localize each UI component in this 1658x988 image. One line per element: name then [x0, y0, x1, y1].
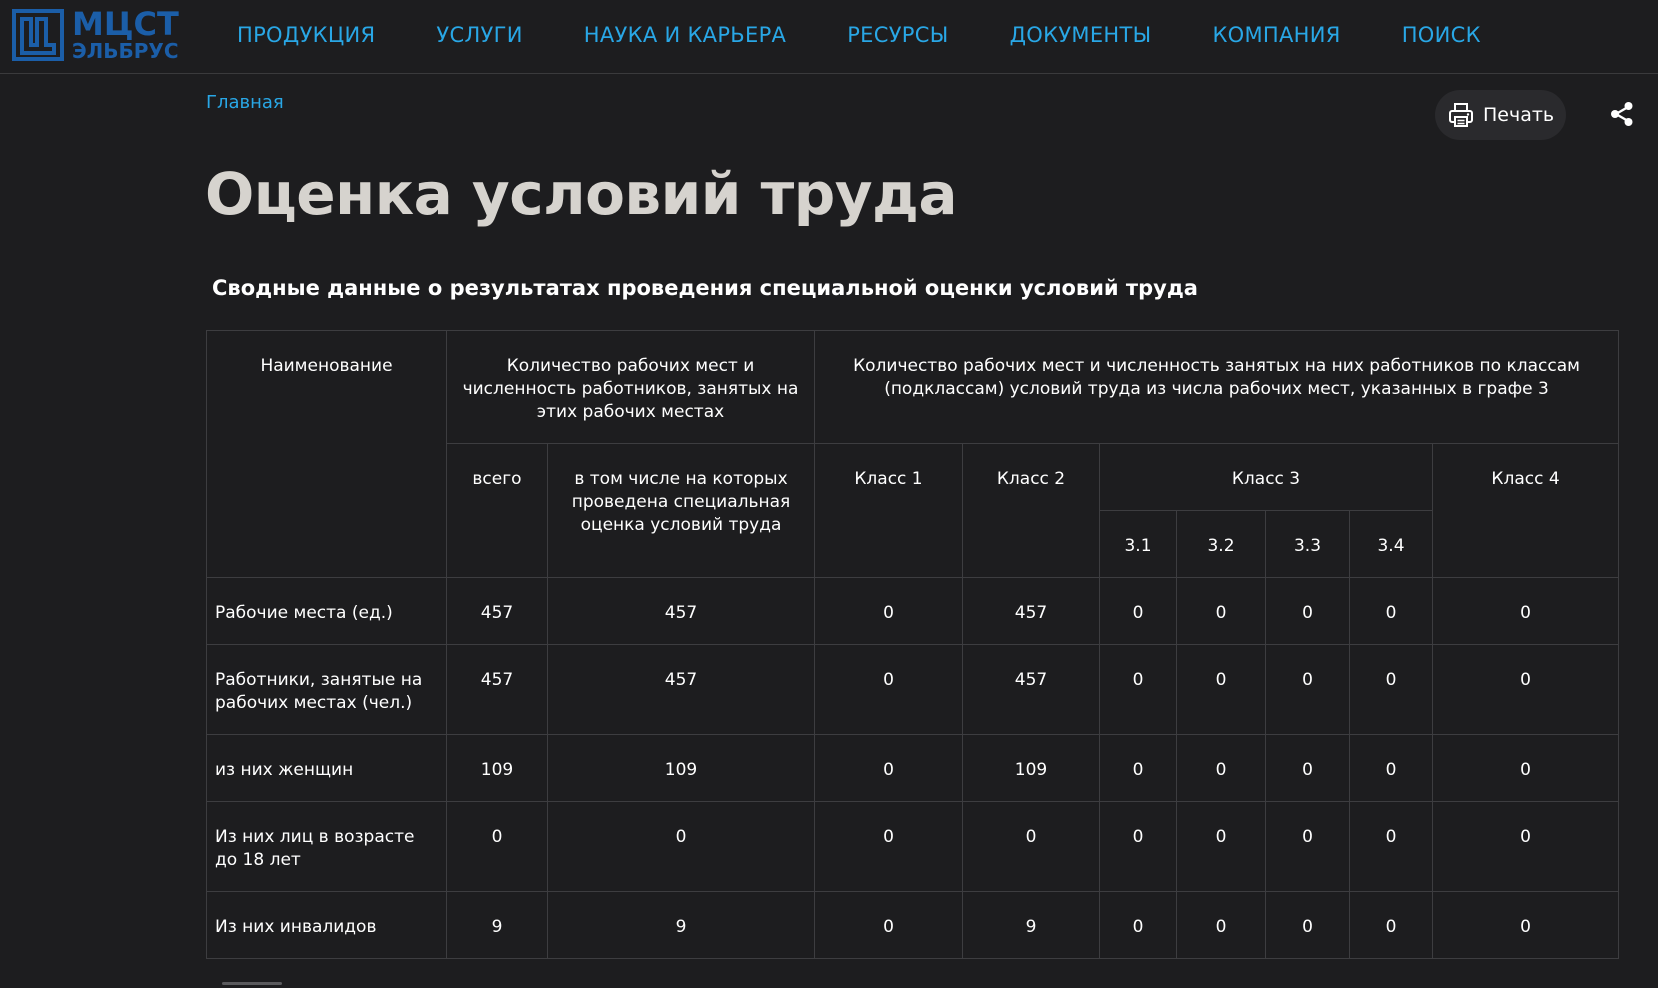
table-cell: 0: [814, 734, 963, 802]
page-title: Оценка условий труда: [205, 160, 958, 228]
table-cell: 0: [814, 644, 963, 735]
mcst-logo-icon: [12, 8, 64, 61]
table-cell: 0: [1099, 734, 1177, 802]
header-count-group: Количество рабочих мест и численность ра…: [446, 330, 815, 444]
table-cell: 457: [446, 644, 548, 735]
nav-item-company[interactable]: КОМПАНИЯ: [1212, 23, 1340, 47]
top-navigation-bar: МЦСТ ЭЛЬБРУС ПРОДУКЦИЯ УСЛУГИ НАУКА И КА…: [0, 0, 1658, 74]
logo-line-1: МЦСТ: [72, 5, 179, 43]
table-cell: 0: [1099, 577, 1177, 645]
header-class-4: Класс 4: [1431, 443, 1620, 578]
header-total: всего: [446, 443, 548, 578]
table-cell: 0: [1349, 644, 1433, 735]
table-cell: 0: [1265, 891, 1350, 959]
table-cell: 0: [1099, 801, 1177, 892]
row-label: Рабочие места (ед.): [206, 577, 447, 645]
nav-item-search[interactable]: ПОИСК: [1402, 23, 1481, 47]
table-cell: 0: [1176, 644, 1266, 735]
table-cell: 457: [547, 644, 815, 735]
table-row: из них женщин 109 109 0 109 0 0 0 0 0: [206, 734, 1620, 802]
table-cell: 0: [1099, 644, 1177, 735]
nav-item-resources[interactable]: РЕСУРСЫ: [847, 23, 948, 47]
table-row: Из них инвалидов 9 9 0 9 0 0 0 0 0: [206, 891, 1620, 959]
header-name: Наименование: [206, 330, 447, 578]
table-cell: 0: [1176, 734, 1266, 802]
table-cell: 457: [446, 577, 548, 645]
table-cell: 0: [814, 577, 963, 645]
table-cell: 0: [1431, 644, 1620, 735]
table-cell: 0: [1265, 644, 1350, 735]
header-class-group: Количество рабочих мест и численность за…: [813, 330, 1620, 444]
table-cell: 0: [1265, 577, 1350, 645]
row-label: Работники, занятые на рабочих местах (че…: [206, 644, 447, 735]
print-button[interactable]: Печать: [1435, 90, 1566, 140]
table-row: Из них лиц в возрасте до 18 лет 0 0 0 0 …: [206, 801, 1620, 892]
horizontal-scrollbar-thumb[interactable]: [222, 982, 282, 985]
table-cell: 0: [1349, 734, 1433, 802]
header-class-1: Класс 1: [814, 443, 963, 578]
printer-icon: [1449, 103, 1473, 127]
table-cell: 457: [547, 577, 815, 645]
table-cell: 0: [962, 801, 1100, 892]
table-cell: 0: [1099, 891, 1177, 959]
header-subclass-3-4: 3.4: [1349, 510, 1433, 578]
table-cell: 0: [1176, 577, 1266, 645]
row-label: Из них лиц в возрасте до 18 лет: [206, 801, 447, 892]
table-cell: 0: [1176, 891, 1266, 959]
table-cell: 0: [1431, 734, 1620, 802]
mcst-elbrus-logo[interactable]: МЦСТ ЭЛЬБРУС: [12, 8, 179, 61]
nav-item-products[interactable]: ПРОДУКЦИЯ: [237, 23, 375, 47]
breadcrumb-home-link[interactable]: Главная: [206, 92, 284, 113]
table-cell: 457: [962, 644, 1100, 735]
table-cell: 0: [1431, 801, 1620, 892]
header-class-2: Класс 2: [962, 443, 1100, 578]
table-cell: 9: [547, 891, 815, 959]
nav-item-services[interactable]: УСЛУГИ: [436, 23, 522, 47]
row-label: из них женщин: [206, 734, 447, 802]
table-cell: 109: [547, 734, 815, 802]
nav-item-science-career[interactable]: НАУКА И КАРЬЕРА: [584, 23, 786, 47]
table-cell: 0: [1349, 577, 1433, 645]
table-cell: 0: [1176, 801, 1266, 892]
table-cell: 0: [1349, 801, 1433, 892]
table-caption: Сводные данные о результатах проведения …: [212, 276, 1198, 300]
table-cell: 0: [1431, 891, 1620, 959]
table-cell: 9: [962, 891, 1100, 959]
table-row: Рабочие места (ед.) 457 457 0 457 0 0 0 …: [206, 577, 1620, 645]
main-nav: ПРОДУКЦИЯ УСЛУГИ НАУКА И КАРЬЕРА РЕСУРСЫ…: [237, 23, 1542, 47]
table-cell: 0: [1431, 577, 1620, 645]
table-cell: 0: [1265, 801, 1350, 892]
logo-text: МЦСТ ЭЛЬБРУС: [72, 8, 179, 61]
header-subclass-3-1: 3.1: [1099, 510, 1177, 578]
table-cell: 0: [814, 801, 963, 892]
table-cell: 9: [446, 891, 548, 959]
table-cell: 0: [814, 891, 963, 959]
table-cell: 0: [446, 801, 548, 892]
header-assessed: в том числе на которых проведена специал…: [547, 443, 815, 578]
logo-line-2: ЭЛЬБРУС: [72, 39, 179, 63]
table-cell: 0: [547, 801, 815, 892]
table-row: Работники, занятые на рабочих местах (че…: [206, 644, 1620, 735]
header-subclass-3-3: 3.3: [1265, 510, 1350, 578]
header-subclass-3-2: 3.2: [1176, 510, 1266, 578]
table-cell: 457: [962, 577, 1100, 645]
share-icon[interactable]: [1608, 100, 1636, 128]
table-cell: 109: [962, 734, 1100, 802]
labor-conditions-table: Наименование Количество рабочих мест и ч…: [206, 330, 1620, 959]
header-class-3: Класс 3: [1099, 443, 1433, 511]
table-cell: 109: [446, 734, 548, 802]
nav-item-documents[interactable]: ДОКУМЕНТЫ: [1010, 23, 1152, 47]
table-cell: 0: [1265, 734, 1350, 802]
table-cell: 0: [1349, 891, 1433, 959]
row-label: Из них инвалидов: [206, 891, 447, 959]
print-button-label: Печать: [1483, 104, 1555, 126]
